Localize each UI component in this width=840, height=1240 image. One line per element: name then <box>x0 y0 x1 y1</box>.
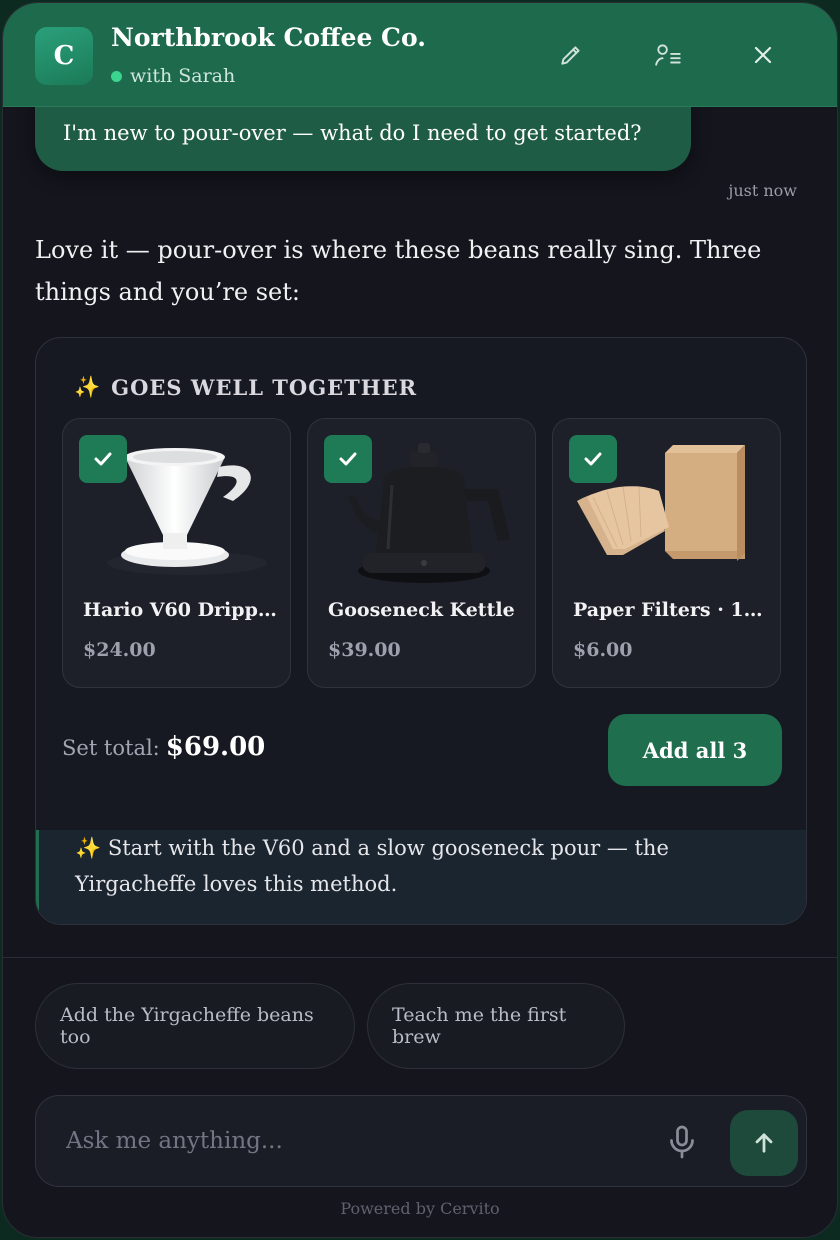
chat-header: C Northbrook Coffee Co. with Sarah <box>3 3 837 107</box>
message-timestamp: just now <box>728 181 797 200</box>
suggestion-chip[interactable]: Teach me the first brew <box>367 983 625 1069</box>
product-price: $24.00 <box>83 639 156 661</box>
checkmark-icon <box>584 452 602 466</box>
divider <box>3 957 837 958</box>
product-list: Hario V60 Dripper $24.00 Gooseneck Kettl… <box>62 418 781 688</box>
brand-name: Northbrook Coffee Co. <box>111 23 426 52</box>
product-price: $6.00 <box>573 639 633 661</box>
checkmark-icon <box>94 452 112 466</box>
agent-name: with Sarah <box>130 65 236 87</box>
bundle-title: ✨ GOES WELL TOGETHER <box>74 374 417 400</box>
product-checkbox[interactable] <box>569 435 617 483</box>
product-card[interactable]: Gooseneck Kettle $39.00 <box>307 418 536 688</box>
send-button[interactable] <box>730 1110 798 1176</box>
user-message-bubble: I'm new to pour-over — what do I need to… <box>35 99 691 171</box>
message-input[interactable] <box>66 1118 626 1164</box>
close-icon <box>754 46 772 64</box>
profile-menu-button[interactable] <box>647 33 691 77</box>
product-card[interactable]: Paper Filters · 100 ct $6.00 <box>552 418 781 688</box>
product-name: Gooseneck Kettle <box>328 599 515 621</box>
product-card[interactable]: Hario V60 Dripper $24.00 <box>62 418 291 688</box>
set-total-label: Set total: <box>62 736 160 760</box>
dripper-image <box>107 448 267 575</box>
agent-status: with Sarah <box>111 65 235 87</box>
add-all-button[interactable]: Add all 3 <box>608 714 782 786</box>
product-name: Hario V60 Dripper <box>83 599 279 621</box>
edit-icon <box>561 46 580 65</box>
tip-text: Start with the V60 and a slow gooseneck … <box>75 836 669 896</box>
online-dot-icon <box>111 70 122 82</box>
product-checkbox[interactable] <box>324 435 372 483</box>
product-name: Paper Filters · 100 ct <box>573 599 769 621</box>
profile-list-icon <box>655 44 681 66</box>
assistant-message: Love it — pour-over is where these beans… <box>35 236 762 306</box>
tip-banner: ✨ Start with the V60 and a slow goosenec… <box>36 830 806 924</box>
brand-logo: C <box>35 27 93 85</box>
product-price: $39.00 <box>328 639 401 661</box>
powered-by: Powered by Cervito <box>340 1199 500 1218</box>
set-total-amount: $69.00 <box>165 732 266 762</box>
chat-widget: C Northbrook Coffee Co. with Sarah I'm n… <box>2 2 838 1238</box>
sparkles-icon: ✨ <box>74 374 102 399</box>
close-button[interactable] <box>741 33 785 77</box>
bundle-title-text: GOES WELL TOGETHER <box>111 374 418 400</box>
composer <box>35 1095 807 1187</box>
arrow-up-icon <box>755 1133 773 1153</box>
set-total: Set total: $69.00 <box>62 732 265 762</box>
kettle-image <box>348 443 510 583</box>
microphone-icon[interactable] <box>664 1124 700 1160</box>
edit-button[interactable] <box>549 33 593 77</box>
product-checkbox[interactable] <box>79 435 127 483</box>
checkmark-icon <box>339 452 357 466</box>
suggestion-chip[interactable]: Add the Yirgacheffe beans too <box>35 983 355 1069</box>
bundle-card: ✨ GOES WELL TOGETHER Hario V60 Dripper $… <box>35 337 807 925</box>
sparkles-icon: ✨ <box>75 836 102 860</box>
